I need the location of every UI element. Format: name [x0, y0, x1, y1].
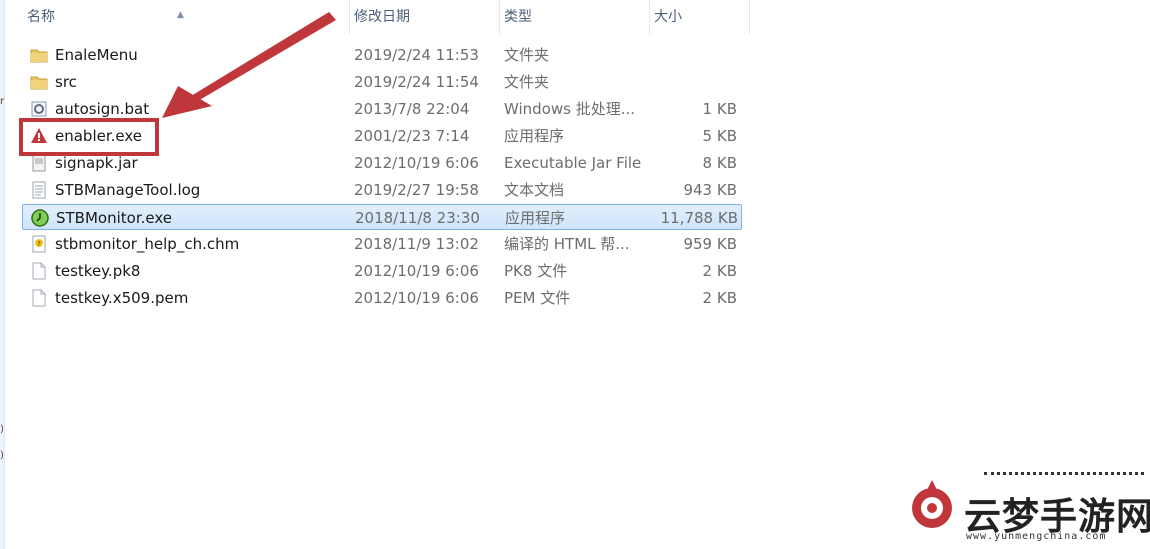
file-size: 8 KB [702, 154, 737, 172]
file-type: 文件夹 [504, 73, 550, 91]
column-header: 名称 ▲ 修改日期 类型 大小 [5, 0, 1150, 34]
file-type: 文本文档 [504, 181, 565, 199]
file-size: 5 KB [702, 127, 737, 145]
pane-edge-glyph: r [0, 96, 5, 107]
file-modified-date: 2018/11/8 23:30 [355, 209, 480, 227]
file-name: testkey.x509.pem [55, 289, 189, 307]
file-modified-date: 2013/7/8 22:04 [354, 100, 470, 118]
file-size: 2 KB [702, 262, 737, 280]
help-file-icon: ? [30, 235, 48, 253]
column-header-size[interactable]: 大小 [650, 0, 750, 34]
file-size: 959 KB [683, 235, 737, 253]
file-size: 2 KB [702, 289, 737, 307]
file-row[interactable]: ? stbmonitor_help_ch.chm 2018/11/9 13:02 编译… [22, 231, 742, 257]
folder-icon [30, 46, 48, 64]
file-type: PEM 文件 [504, 289, 571, 307]
sort-caret-icon: ▲ [177, 10, 184, 20]
file-modified-date: 2012/10/19 6:06 [354, 154, 479, 172]
file-row[interactable]: testkey.pk8 2012/10/19 6:06 PK8 文件 2 KB [22, 258, 742, 284]
watermark-dotted-bar [984, 472, 1144, 483]
column-header-type[interactable]: 类型 [500, 0, 650, 34]
file-name: STBMonitor.exe [56, 209, 172, 227]
file-modified-date: 2012/10/19 6:06 [354, 262, 479, 280]
column-header-type-label: 类型 [504, 9, 532, 25]
file-size: 11,788 KB [660, 209, 738, 227]
file-name: STBManageTool.log [55, 181, 201, 199]
pane-edge-glyph: ) [0, 450, 4, 461]
file-type: PK8 文件 [504, 262, 568, 280]
file-row[interactable]: STBMonitor.exe 2018/11/8 23:30 应用程序 11,788 … [22, 204, 742, 230]
file-name: testkey.pk8 [55, 262, 141, 280]
file-type: Windows 批处理... [504, 100, 636, 118]
monitor-exe-icon [31, 209, 49, 227]
column-header-date-label: 修改日期 [354, 9, 410, 25]
file-modified-date: 2019/2/27 19:58 [354, 181, 479, 199]
annotation-highlight-box [19, 118, 159, 156]
file-size [642, 42, 737, 68]
text-file-icon [30, 181, 48, 199]
cloud-logo-icon [912, 480, 952, 528]
column-header-name-label: 名称 [27, 9, 55, 25]
file-size: 943 KB [683, 181, 737, 199]
watermark-url: www.yunmengchina.com [966, 531, 1107, 542]
blank-file-icon [30, 262, 48, 280]
column-header-name[interactable]: 名称 ▲ [5, 0, 350, 34]
file-name: stbmonitor_help_ch.chm [55, 235, 240, 253]
file-modified-date: 2018/11/9 13:02 [354, 235, 479, 253]
file-name: EnaleMenu [55, 46, 138, 64]
file-row[interactable]: STBManageTool.log 2019/2/27 19:58 文本文档 943 … [22, 177, 742, 203]
file-type: 文件夹 [504, 46, 550, 64]
file-size: 1 KB [702, 100, 737, 118]
column-header-date[interactable]: 修改日期 [350, 0, 500, 34]
file-modified-date: 2019/2/24 11:53 [354, 46, 479, 64]
file-size [642, 69, 737, 95]
file-type: Executable Jar File [504, 154, 642, 172]
file-modified-date: 2012/10/19 6:06 [354, 289, 479, 307]
svg-text:?: ? [37, 240, 41, 248]
file-row[interactable]: testkey.x509.pem 2012/10/19 6:06 PEM 文件 2 K… [22, 285, 742, 311]
file-type: 编译的 HTML 帮... [504, 235, 630, 253]
file-row[interactable]: EnaleMenu 2019/2/24 11:53 文件夹 [22, 42, 742, 68]
file-type: 应用程序 [505, 209, 566, 227]
blank-file-icon [30, 289, 48, 307]
file-name: src [55, 73, 77, 91]
navigation-pane-edge [0, 0, 5, 549]
jar-file-icon [30, 154, 48, 172]
watermark: 云梦手游网 www.yunmengchina.com [900, 472, 1150, 549]
file-row[interactable]: src 2019/2/24 11:54 文件夹 [22, 69, 742, 95]
folder-icon [30, 73, 48, 91]
file-modified-date: 2019/2/24 11:54 [354, 73, 479, 91]
batch-file-icon [30, 100, 48, 118]
column-header-size-label: 大小 [654, 9, 682, 25]
file-modified-date: 2001/2/23 7:14 [354, 127, 470, 145]
file-type: 应用程序 [504, 127, 565, 145]
pane-edge-glyph: ) [0, 424, 4, 435]
